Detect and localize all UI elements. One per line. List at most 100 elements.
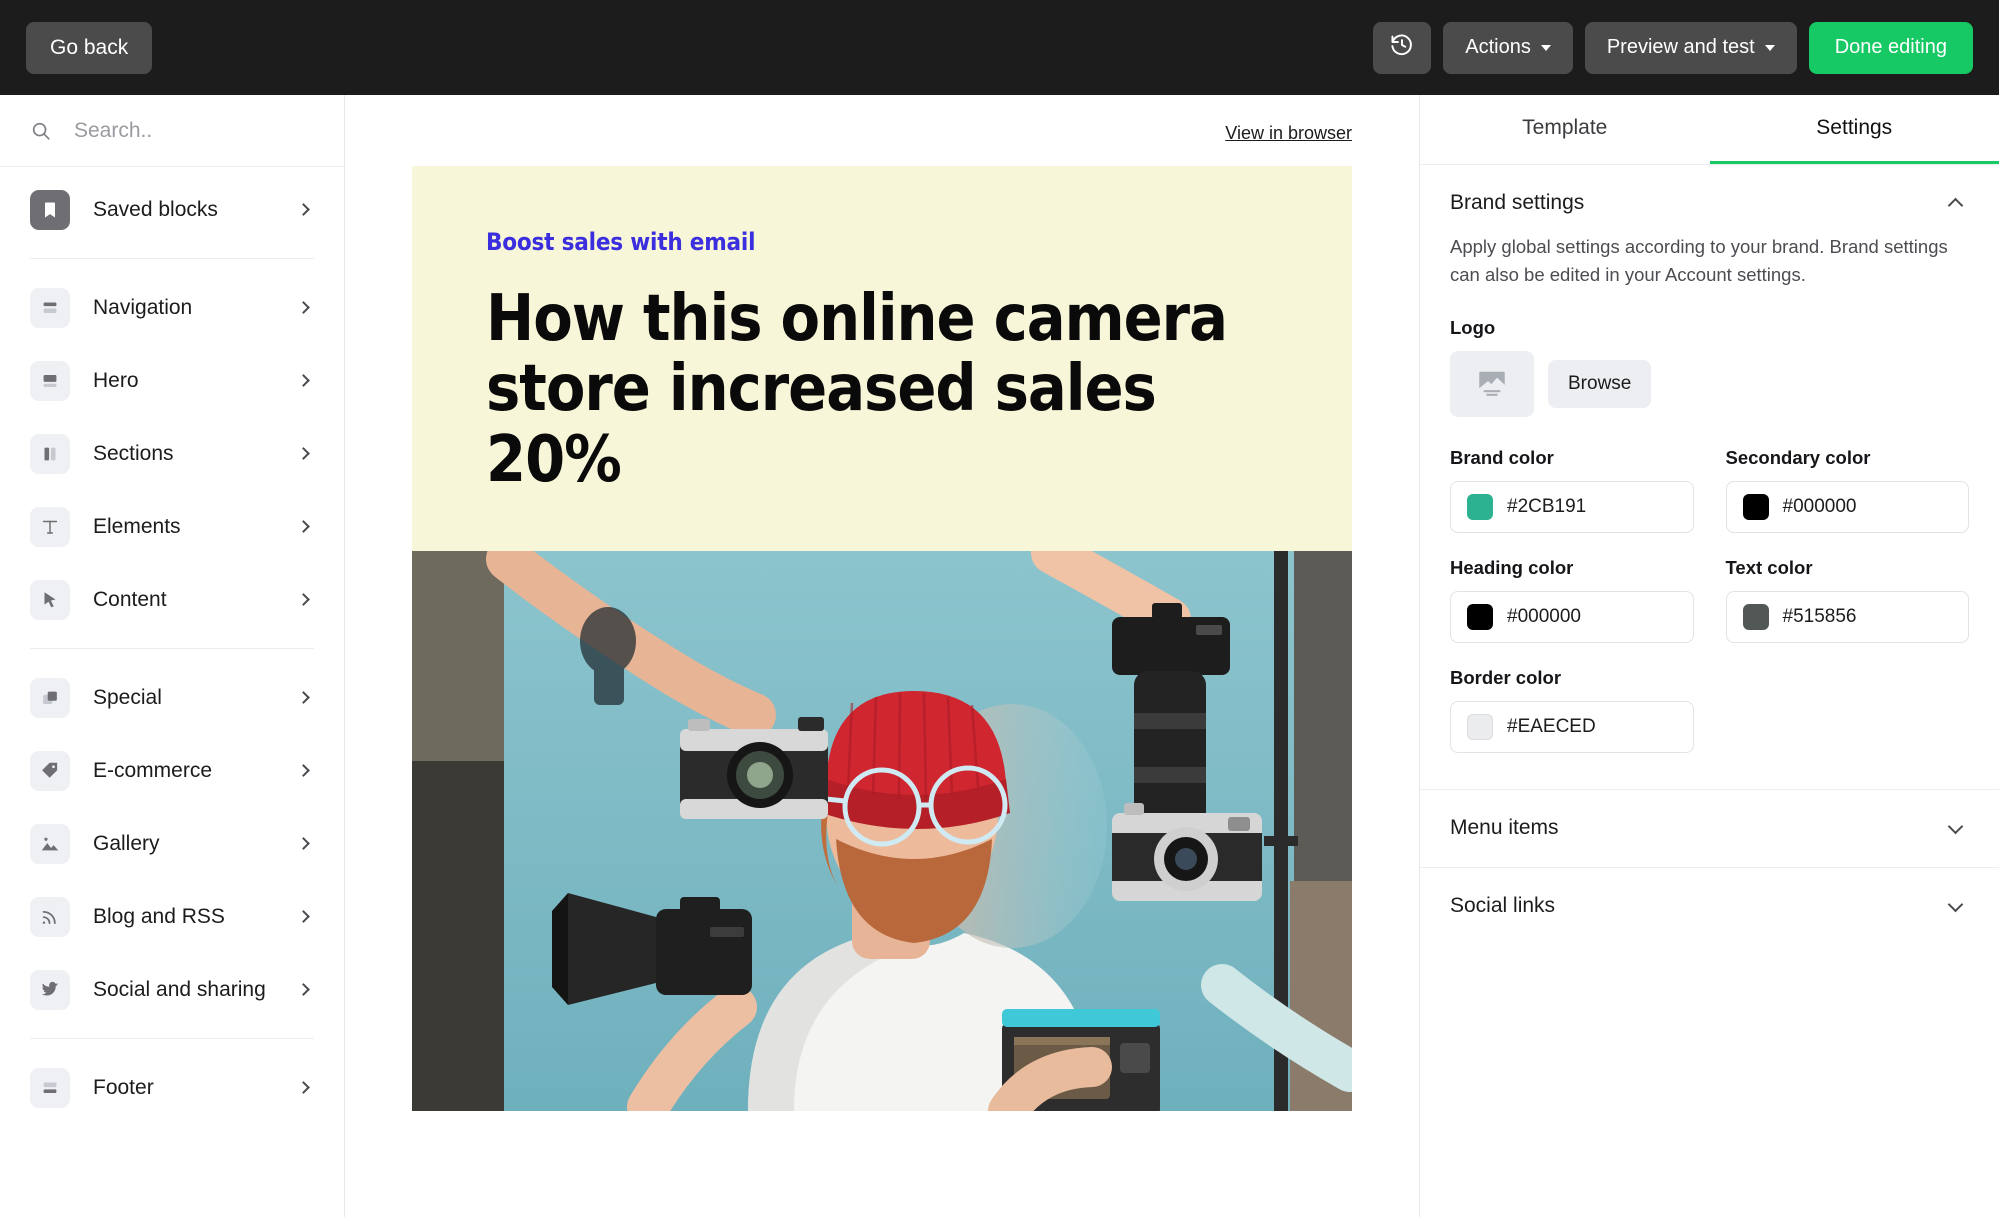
- browse-logo-button[interactable]: Browse: [1548, 360, 1651, 408]
- text-color-label: Text color: [1726, 557, 1970, 579]
- logo-field: Logo Browse: [1450, 317, 1969, 417]
- logo-label: Logo: [1450, 317, 1969, 339]
- secondary-color-field: Secondary color #000000: [1726, 447, 1970, 533]
- bookmark-icon: [30, 190, 70, 230]
- actions-dropdown-button[interactable]: Actions: [1443, 22, 1573, 74]
- hero-image-block[interactable]: [412, 551, 1352, 1111]
- heading-color-field: Heading color #000000: [1450, 557, 1694, 643]
- brand-color-input[interactable]: #2CB191: [1450, 481, 1694, 533]
- search-input[interactable]: [74, 119, 304, 143]
- border-color-field: Border color #EAECED: [1450, 667, 1694, 753]
- chevron-up-icon[interactable]: [1948, 197, 1964, 213]
- tab-template[interactable]: Template: [1420, 95, 1710, 164]
- chevron-right-icon: [297, 301, 310, 314]
- sidebar-item-label: Sections: [93, 442, 299, 466]
- sidebar-divider: [30, 258, 314, 259]
- menu-items-title: Menu items: [1450, 816, 1559, 840]
- sidebar-item-label: Footer: [93, 1076, 299, 1100]
- border-color-value: #EAECED: [1507, 716, 1596, 738]
- chevron-right-icon: [297, 764, 310, 777]
- app-body: Saved blocks Navigation Hero: [0, 95, 1999, 1217]
- chevron-right-icon: [297, 910, 310, 923]
- chevron-right-icon: [297, 203, 310, 216]
- sidebar-divider: [30, 1038, 314, 1039]
- sidebar-item-social-and-sharing[interactable]: Social and sharing: [0, 953, 344, 1026]
- sidebar-item-label: Gallery: [93, 832, 299, 856]
- chevron-right-icon: [297, 593, 310, 606]
- brand-settings-header[interactable]: Brand settings: [1450, 191, 1969, 215]
- brand-settings-description: Apply global settings according to your …: [1450, 233, 1950, 289]
- sidebar-item-blog-and-rss[interactable]: Blog and RSS: [0, 880, 344, 953]
- text-color-input[interactable]: #515856: [1726, 591, 1970, 643]
- chevron-down-icon[interactable]: [1948, 818, 1964, 834]
- hero-text-block[interactable]: Boost sales with email How this online c…: [412, 166, 1352, 551]
- chevron-down-icon: [1541, 45, 1551, 51]
- brand-color-value: #2CB191: [1507, 496, 1586, 518]
- email-canvas: View in browser Boost sales with email H…: [345, 95, 1419, 1217]
- heading-color-input[interactable]: #000000: [1450, 591, 1694, 643]
- brand-color-field: Brand color #2CB191: [1450, 447, 1694, 533]
- border-color-input[interactable]: #EAECED: [1450, 701, 1694, 753]
- sidebar-item-special[interactable]: Special: [0, 661, 344, 734]
- sidebar-item-saved-blocks[interactable]: Saved blocks: [0, 173, 344, 246]
- sidebar-item-gallery[interactable]: Gallery: [0, 807, 344, 880]
- social-links-title: Social links: [1450, 894, 1555, 918]
- sidebar-item-label: Special: [93, 686, 299, 710]
- view-in-browser-row: View in browser: [412, 95, 1352, 166]
- top-toolbar: Go back Actions Preview and test Done ed…: [0, 0, 1999, 95]
- logo-row: Browse: [1450, 351, 1969, 417]
- color-swatch[interactable]: [1743, 604, 1769, 630]
- sidebar-item-footer[interactable]: Footer: [0, 1051, 344, 1124]
- sidebar-item-sections[interactable]: Sections: [0, 417, 344, 490]
- secondary-color-label: Secondary color: [1726, 447, 1970, 469]
- columns-icon: [30, 434, 70, 474]
- sidebar-item-hero[interactable]: Hero: [0, 344, 344, 417]
- sidebar-item-label: Content: [93, 588, 299, 612]
- done-editing-button[interactable]: Done editing: [1809, 22, 1973, 74]
- secondary-color-input[interactable]: #000000: [1726, 481, 1970, 533]
- sidebar-item-ecommerce[interactable]: E-commerce: [0, 734, 344, 807]
- color-swatch[interactable]: [1467, 604, 1493, 630]
- rss-feed-icon: [30, 897, 70, 937]
- collapsed-sections: Menu items Social links: [1420, 789, 1999, 945]
- layers-icon: [30, 678, 70, 718]
- email-template-body: Boost sales with email How this online c…: [412, 166, 1352, 1111]
- toolbar-right-group: Actions Preview and test Done editing: [1373, 22, 1973, 74]
- chevron-right-icon: [297, 1081, 310, 1094]
- version-history-button[interactable]: [1373, 22, 1431, 74]
- text-color-value: #515856: [1783, 606, 1857, 628]
- view-in-browser-link[interactable]: View in browser: [1225, 123, 1352, 143]
- sidebar-item-label: Social and sharing: [93, 978, 299, 1002]
- sidebar-item-label: Hero: [93, 369, 299, 393]
- color-swatch[interactable]: [1467, 494, 1493, 520]
- menu-items-section-header[interactable]: Menu items: [1420, 789, 1999, 867]
- color-swatch[interactable]: [1743, 494, 1769, 520]
- footer-block-icon: [30, 1068, 70, 1108]
- sidebar-item-label: Navigation: [93, 296, 299, 320]
- actions-label: Actions: [1465, 36, 1531, 59]
- heading-color-value: #000000: [1507, 606, 1581, 628]
- sidebar-item-navigation[interactable]: Navigation: [0, 271, 344, 344]
- logo-thumbnail[interactable]: [1450, 351, 1534, 417]
- secondary-color-value: #000000: [1783, 496, 1857, 518]
- sidebar-item-label: Blog and RSS: [93, 905, 299, 929]
- image-placeholder-icon: [1475, 364, 1509, 403]
- social-links-section-header[interactable]: Social links: [1420, 867, 1999, 945]
- chevron-right-icon: [297, 691, 310, 704]
- twitter-bird-icon: [30, 970, 70, 1010]
- brand-color-label: Brand color: [1450, 447, 1694, 469]
- history-clock-icon: [1389, 32, 1415, 64]
- panel-tabs: Template Settings: [1420, 95, 1999, 165]
- chevron-right-icon: [297, 520, 310, 533]
- color-swatch[interactable]: [1467, 714, 1493, 740]
- brand-settings-section: Brand settings Apply global settings acc…: [1420, 165, 1999, 753]
- chevron-down-icon[interactable]: [1948, 896, 1964, 912]
- sidebar-search-row[interactable]: [0, 95, 344, 167]
- preview-and-test-dropdown-button[interactable]: Preview and test: [1585, 22, 1797, 74]
- sidebar-item-content[interactable]: Content: [0, 563, 344, 636]
- sidebar-item-elements[interactable]: Elements: [0, 490, 344, 563]
- tab-settings[interactable]: Settings: [1710, 95, 1999, 164]
- go-back-button[interactable]: Go back: [26, 22, 152, 74]
- brand-settings-title: Brand settings: [1450, 191, 1584, 215]
- brand-colors-grid: Brand color #2CB191 Secondary color #000…: [1450, 447, 1969, 753]
